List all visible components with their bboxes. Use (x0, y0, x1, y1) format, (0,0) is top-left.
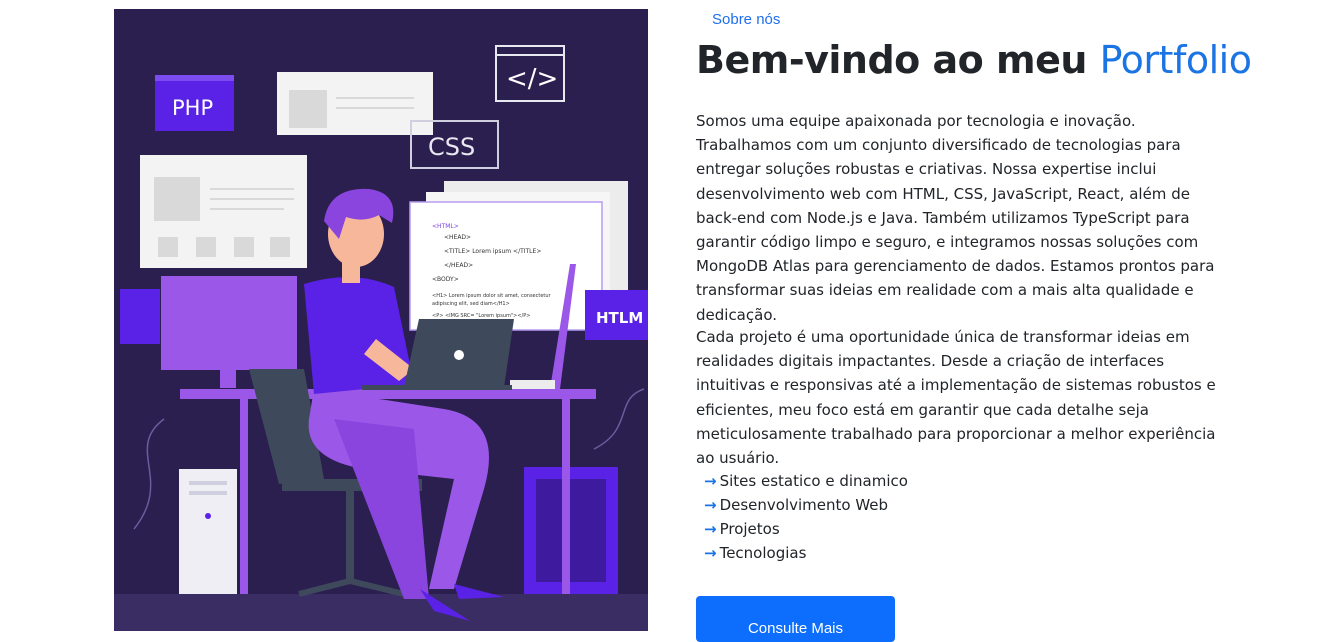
project-paragraph: Cada projeto é uma oportunidade única de… (696, 328, 1216, 468)
feature-label: Sites estatico e dinamico (719, 472, 908, 490)
intro-paragraph: Somos uma equipe apaixonada por tecnolog… (696, 112, 1215, 324)
css-label: CSS (428, 133, 475, 161)
title-accent: Portfolio (1099, 38, 1252, 82)
list-item: → Desenvolvimento Web (704, 493, 908, 517)
developer-illustration: PHP </> CSS <HTML> <HEAD> <TITLE> Lorem … (114, 9, 648, 631)
php-label: PHP (172, 96, 213, 120)
svg-text:<TITLE> Lorem ipsum </TITLE>: <TITLE> Lorem ipsum </TITLE> (444, 248, 541, 255)
page-title: Bem-vindo ao meu Portfolio (696, 38, 1252, 82)
svg-text:<P> <IMG SRC= "Lorem ipsum"></: <P> <IMG SRC= "Lorem ipsum"></P> (432, 313, 530, 319)
svg-text:<HTML>: <HTML> (432, 223, 459, 230)
svg-text:<HEAD>: <HEAD> (444, 234, 471, 241)
arrow-right-icon: → (704, 544, 717, 562)
section-eyebrow: Sobre nós (712, 11, 781, 28)
code-glyph: </> (506, 64, 558, 94)
svg-text:<H1> Lorem ipsum dolor sit ame: <H1> Lorem ipsum dolor sit amet, consect… (432, 293, 552, 299)
arrow-right-icon: → (704, 472, 717, 490)
svg-text:</HEAD>: </HEAD> (444, 262, 473, 269)
feature-label: Desenvolvimento Web (719, 496, 889, 514)
svg-text:<BODY>: <BODY> (432, 276, 459, 283)
list-item: → Projetos (704, 517, 908, 541)
svg-text:adipiscing elit, sed diam</H1>: adipiscing elit, sed diam</H1> (432, 301, 510, 307)
list-item: → Sites estatico e dinamico (704, 469, 908, 493)
php-window: PHP (155, 75, 234, 131)
feature-label: Tecnologias (719, 544, 807, 562)
title-prefix: Bem-vindo ao meu (696, 38, 1100, 82)
htlm-label: HTLM (596, 309, 643, 327)
code-window: </> (495, 45, 565, 102)
developer-illustration-svg: PHP </> CSS <HTML> <HEAD> <TITLE> Lorem … (114, 45, 648, 631)
arrow-right-icon: → (704, 496, 717, 514)
feature-label: Projetos (719, 520, 780, 538)
arrow-right-icon: → (704, 520, 717, 538)
feature-list: → Sites estatico e dinamico → Desenvolvime… (704, 469, 908, 565)
htlm-window: HTLM (585, 290, 648, 340)
consult-more-button[interactable]: Consulte Mais (696, 596, 895, 642)
list-item: → Tecnologias (704, 541, 908, 565)
